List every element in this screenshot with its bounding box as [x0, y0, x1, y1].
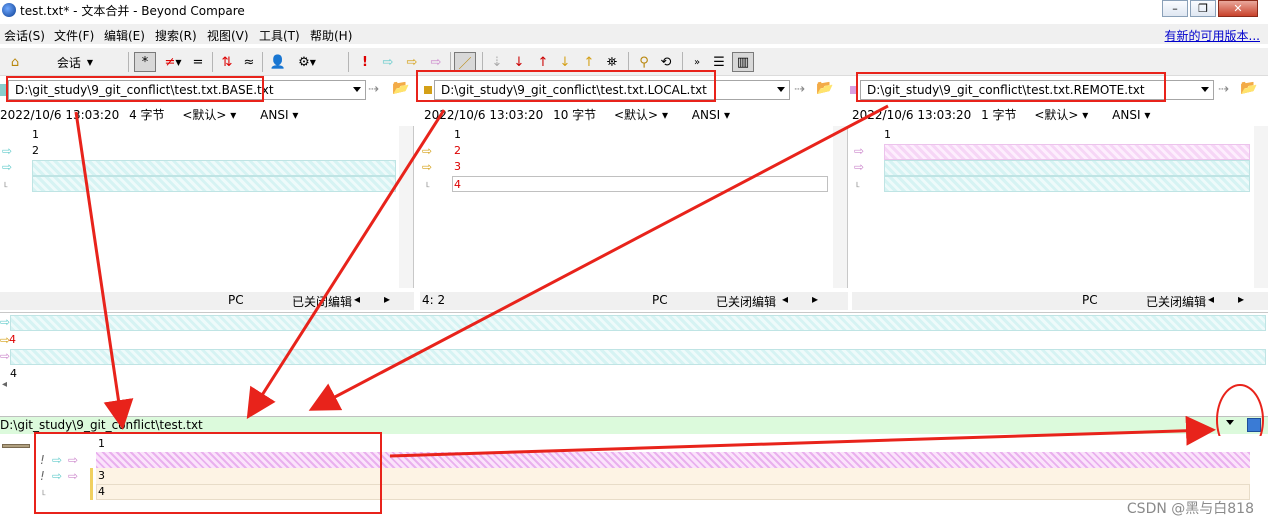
annotation-arrow-save	[389, 415, 1216, 458]
annotation-arrow-local	[246, 109, 446, 420]
annotation-arrow-remote	[308, 104, 889, 411]
annotation-arrow-base	[74, 111, 134, 430]
annotation-arrows	[74, 104, 1216, 458]
watermark: CSDN @黑与白818	[1126, 501, 1254, 517]
